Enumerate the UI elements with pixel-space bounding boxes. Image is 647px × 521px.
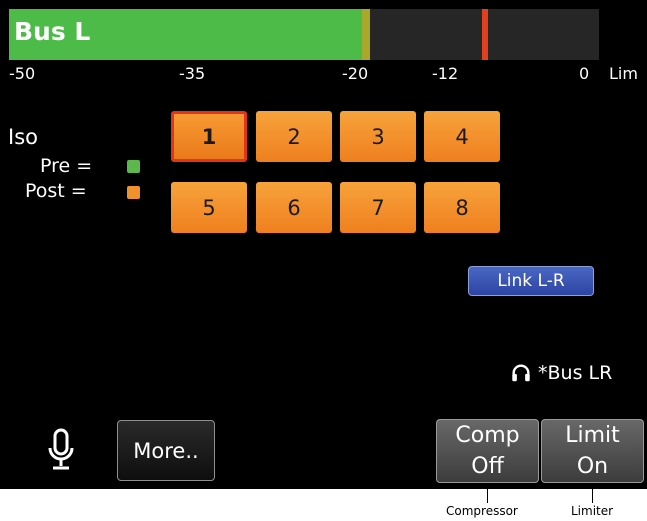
comp-button-label: Comp [455,423,520,448]
compressor-callout-line [487,489,488,503]
comp-button[interactable]: Comp Off [436,419,539,483]
headphone-source[interactable]: *Bus LR [510,358,612,388]
limit-button-label: Limit [565,423,620,448]
limit-button[interactable]: Limit On [541,419,644,483]
limiter-callout-line [592,489,593,503]
limit-button-state: On [576,454,609,479]
scale-label: Lim [609,64,638,83]
compressor-callout: Compressor [446,504,518,518]
post-legend-label: Post = [25,180,87,202]
headphone-source-label: *Bus LR [538,362,613,384]
channel-button-2[interactable]: 2 [256,111,332,162]
channel-button-4[interactable]: 4 [424,111,500,162]
comp-button-state: Off [471,454,504,479]
channel-button-5[interactable]: 5 [171,182,247,233]
scale-label: -20 [342,64,369,83]
scale-label: -50 [9,64,36,83]
pre-legend-label: Pre = [40,155,93,177]
scale-label: -12 [432,64,459,83]
more-button[interactable]: More.. [117,420,215,481]
iso-title: Iso [8,125,38,149]
device-screen: Bus L -50 -35 -20 -12 0 Lim Iso Pre = Po… [0,0,647,489]
channel-button-6[interactable]: 6 [256,182,332,233]
pre-color-swatch [127,160,140,173]
bus-title: Bus L [14,17,91,46]
channel-button-1[interactable]: 1 [171,111,247,162]
channel-button-7[interactable]: 7 [340,182,416,233]
channel-button-8[interactable]: 8 [424,182,500,233]
scale-label: 0 [579,64,590,83]
channel-button-3[interactable]: 3 [340,111,416,162]
peak-hold-marker [362,9,370,60]
scale-label: -35 [179,64,206,83]
headphones-icon [512,364,530,382]
post-color-swatch [127,186,140,199]
link-lr-button[interactable]: Link L-R [468,266,594,296]
limit-marker [482,9,488,60]
microphone-icon[interactable] [44,428,78,474]
limiter-callout: Limiter [571,504,614,518]
